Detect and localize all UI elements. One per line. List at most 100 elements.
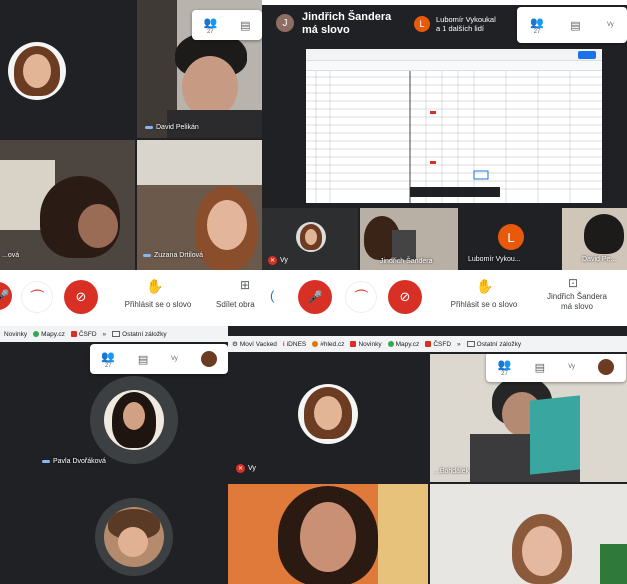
you-label: Vy	[171, 356, 178, 362]
avatar-face	[305, 229, 317, 245]
camera-off-icon: ⊘	[399, 289, 411, 304]
participant-face	[522, 526, 562, 576]
bookmark-label: Mapy.cz	[395, 340, 420, 348]
present-icon[interactable]: ⊞	[240, 278, 250, 292]
hang-up-button[interactable]: ⏜	[346, 282, 376, 312]
bookmark-item[interactable]: i iDNES	[283, 341, 306, 348]
camera-toggle-button[interactable]: ⊘	[388, 280, 422, 314]
speaker-name: Jindřich Šandera	[302, 11, 392, 23]
participant-avatar: L	[498, 224, 524, 250]
participant-name-tag: David Pe...	[582, 256, 616, 263]
captions-icon[interactable]: (	[270, 288, 274, 303]
bookmark-item[interactable]: Ostatní záložky	[466, 340, 522, 348]
participant-tile: 👥 27 ▤ Vy ...Bohdálek	[430, 354, 627, 482]
participant-avatar	[8, 42, 66, 100]
hang-up-icon: ⏜	[354, 288, 368, 305]
participant-strip-tile: David Pe...	[562, 208, 627, 270]
presenter-info: Jindřich Šandera má slovo	[532, 292, 622, 312]
bookmark-label: Ostatní záložky	[476, 340, 522, 348]
chat-icon[interactable]: ▤	[138, 353, 148, 366]
participant-avatar-letter: L	[507, 229, 515, 245]
participant-strip-tile: L Lubomír Vykou...	[460, 208, 560, 270]
more-bookmarks-chevron[interactable]: »	[457, 341, 461, 348]
participant-tile	[228, 484, 428, 584]
audio-indicator-icon	[143, 254, 151, 257]
people-icon[interactable]: 👥 27	[101, 350, 115, 369]
chat-icon[interactable]: ▤	[240, 19, 250, 32]
participant-name: ...ová	[2, 252, 20, 259]
raise-hand-icon[interactable]: ✋	[146, 278, 163, 295]
more-bookmarks-chevron[interactable]: »	[103, 331, 107, 338]
raise-hand-icon[interactable]: ✋	[476, 278, 493, 295]
camera-off-icon: ⊘	[75, 289, 87, 304]
hang-up-icon: ⏜	[30, 288, 44, 305]
folder-icon	[466, 340, 475, 347]
chat-icon[interactable]: ▤	[535, 361, 545, 374]
avatar-face	[118, 527, 148, 557]
self-view: Vy	[171, 356, 178, 362]
people-icon[interactable]: 👥 27	[498, 358, 512, 377]
csfd-icon	[70, 330, 77, 337]
participant-name: Pavla Dvořáková	[53, 458, 106, 465]
participant-strip-tile: Jindřich Šandera	[360, 208, 458, 270]
self-view: Vy	[607, 22, 614, 28]
bookmark-item[interactable]: #hled.cz	[312, 341, 344, 348]
bookmark-item[interactable]: ČSFD	[70, 330, 97, 338]
avatar-face	[23, 54, 51, 88]
hang-up-button[interactable]: ⏜	[22, 282, 52, 312]
raise-hand-label[interactable]: Přihlásit se o slovo	[442, 300, 526, 310]
sheet-toolbar	[306, 61, 602, 71]
bookmark-item[interactable]: ⚙ Moví Vacked	[232, 340, 277, 348]
raise-hand-label[interactable]: Přihlásit se o slovo	[118, 300, 198, 310]
audio-indicator-icon	[145, 126, 153, 129]
mic-toggle-button[interactable]: 🎤	[298, 280, 332, 314]
bookmark-item[interactable]: Novinky	[4, 331, 27, 338]
audio-indicator-icon	[42, 460, 50, 463]
chat-icon[interactable]: ▤	[570, 19, 580, 32]
participant-avatar	[104, 507, 164, 567]
idnes-icon: i	[282, 340, 285, 348]
mic-off-icon: 🎤	[0, 289, 10, 303]
bookmark-label: ČSFD	[433, 340, 452, 348]
presenter-icon[interactable]: ⊡	[568, 276, 578, 290]
bookmark-label: #hled.cz	[320, 340, 345, 348]
bookmark-item[interactable]: Novinky	[350, 341, 382, 348]
participant-name: David Pelikán	[156, 124, 199, 131]
participant-hand	[78, 204, 118, 248]
self-view: Vy	[568, 364, 575, 370]
mic-toggle-button[interactable]: 🎤	[0, 282, 12, 310]
bookmark-label: ČSFD	[78, 330, 97, 338]
camera-toggle-button[interactable]: ⊘	[64, 280, 98, 314]
host-avatar-letter: L	[419, 19, 425, 29]
participant-name-tag: David Pelikán	[145, 124, 199, 131]
mic-off-icon: 🎤	[307, 290, 323, 304]
bookmark-item[interactable]: Mapy.cz	[387, 340, 420, 348]
speaker-avatar: J	[276, 14, 294, 32]
participant-avatar-ring	[90, 376, 178, 464]
left-control-bar: 🎤 ⏜ ⊘ ✋ Přihlásit se o slovo ⊞ Sdílet ob…	[0, 270, 262, 326]
bookmark-item[interactable]: Ostatní záložky	[112, 331, 167, 338]
presenter-name: Jindřich Šandera	[546, 292, 608, 301]
you-badge: ✕ Vy	[268, 256, 288, 265]
sheet-title-bar	[306, 49, 602, 61]
participant-name-tag: Jindřich Šandera	[380, 258, 433, 265]
bookmark-item[interactable]: ČSFD	[425, 341, 451, 348]
people-icon[interactable]: 👥 27	[530, 16, 544, 35]
bookmark-label: iDNES	[286, 340, 307, 348]
bookmark-item[interactable]: Mapy.cz	[33, 331, 65, 338]
share-button[interactable]	[578, 51, 596, 59]
top-toolbar: 👥 27 ▤	[192, 10, 262, 40]
mapy-icon	[387, 340, 394, 347]
participant-avatar	[104, 390, 164, 450]
bookmark-label: Mapy.cz	[41, 330, 65, 338]
participant-name: Vy	[280, 257, 288, 264]
participant-avatar	[298, 384, 358, 444]
bookmark-label: Moví Vacked	[239, 341, 277, 348]
people-icon[interactable]: 👥 27	[203, 16, 217, 35]
present-label[interactable]: Sdílet obra	[216, 300, 266, 310]
speaker-status: Jindřich Šandera má slovo	[302, 11, 391, 37]
bottom-right-meet-window: ⚙ Moví Vacked i iDNES #hled.cz Novinky Map…	[228, 326, 627, 584]
background-curtain	[378, 484, 428, 584]
participant-name: Vy	[248, 465, 256, 472]
participant-chair	[392, 230, 416, 260]
